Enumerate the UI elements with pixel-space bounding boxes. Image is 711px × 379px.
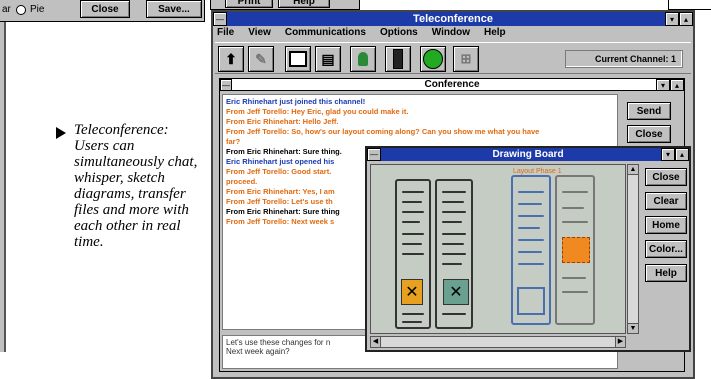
menu-bar: File View Communications Options Window … [217, 27, 687, 40]
sketch-image-orange [562, 237, 590, 263]
background-window-fragment [668, 0, 711, 10]
radio-pie-label: Pie [30, 4, 45, 15]
menu-view[interactable]: View [248, 27, 271, 40]
scroll-left-icon[interactable]: ◀ [371, 337, 381, 347]
drawing-board-title: Drawing Board [492, 149, 564, 160]
caption-body: Users can simultaneously chat, whisper, … [74, 138, 198, 250]
scroll-down-icon[interactable]: ▼ [628, 323, 638, 333]
caption-text: Teleconference: Users can simultaneously… [74, 122, 206, 250]
drawing-board-maximize-icon[interactable]: ▴ [675, 148, 689, 161]
close-button[interactable]: Close [80, 0, 130, 18]
print-button[interactable]: Print [225, 0, 273, 8]
sketch-page: ✕ [435, 179, 473, 329]
conference-title-bar: Conference [220, 79, 684, 91]
conference-minimize-icon[interactable]: ▾ [656, 79, 670, 91]
teleconference-maximize-icon[interactable]: ▴ [679, 12, 693, 26]
previous-window-edge [0, 22, 6, 352]
drawing-board-minimize-icon[interactable]: ▾ [661, 148, 675, 161]
sketch-page: ✕ [395, 179, 431, 329]
scroll-right-icon[interactable]: ▶ [615, 337, 625, 347]
sketch-image-blue [517, 287, 545, 315]
caption-bullet-icon [56, 127, 66, 139]
pen-icon[interactable]: ✎ [248, 46, 274, 72]
sketch-page: Layout Phase 1 [511, 168, 562, 325]
menu-file[interactable]: File [217, 27, 234, 40]
teleconference-title: Teleconference [413, 13, 493, 25]
notes-icon[interactable]: ▤ [315, 46, 341, 72]
toolbar: ⬆ ✎ ▤ ⊞ Current Channel: 1 [215, 42, 691, 74]
drawing-horizontal-scrollbar[interactable]: ◀ ▶ [370, 336, 626, 348]
sketch-image-x: ✕ [401, 279, 423, 305]
connect-light-icon[interactable] [420, 46, 446, 72]
caption-title: Teleconference: [74, 122, 169, 138]
drawing-canvas[interactable]: ✕ ✕ Layout Phase 1 [370, 164, 626, 334]
teleconference-minimize-icon[interactable]: ▾ [665, 12, 679, 26]
radio-pie-button[interactable] [16, 5, 26, 15]
menu-help[interactable]: Help [484, 27, 506, 40]
clear-button[interactable]: Clear [645, 192, 687, 210]
channel-icon[interactable] [385, 46, 411, 72]
radio-partial-label: ar [2, 4, 11, 15]
scroll-up-icon[interactable]: ▲ [628, 165, 638, 175]
save-button[interactable]: Save... [146, 0, 202, 18]
drawing-vertical-scrollbar[interactable]: ▲ ▼ [627, 164, 639, 334]
teleconference-title-bar: Teleconference [213, 12, 693, 26]
current-channel-display: Current Channel: 1 [565, 50, 683, 68]
home-button[interactable]: Home [645, 216, 687, 234]
directory-icon[interactable]: ⊞ [453, 46, 479, 72]
user-icon[interactable] [350, 46, 376, 72]
drawing-board-window: Drawing Board — ▾ ▴ ✕ ✕ Layout Phase 1 ▲… [365, 146, 691, 352]
color-button[interactable]: Color... [645, 240, 687, 258]
drawing-help-button[interactable]: Help [645, 264, 687, 282]
chat-line: Eric Rhinehart just joined this channel! [226, 97, 366, 106]
sketch-heading: Layout Phase 1 [513, 168, 562, 175]
caption: Teleconference: Users can simultaneously… [56, 122, 206, 250]
conference-title: Conference [424, 79, 480, 90]
chat-line: From Eric Rhinehart: Hello Jeff. [226, 117, 339, 126]
conference-close-button[interactable]: Close [627, 125, 671, 143]
menu-options[interactable]: Options [380, 27, 418, 40]
conference-system-menu-icon[interactable]: — [220, 79, 232, 91]
menu-window[interactable]: Window [432, 27, 470, 40]
sketch-image-crossed: ✕ [443, 279, 469, 305]
teleconference-window: Teleconference — ▾ ▴ File View Communica… [211, 10, 695, 379]
drawing-close-button[interactable]: Close [645, 168, 687, 186]
teleconference-system-menu-icon[interactable]: — [213, 12, 227, 26]
chat-line: From Jeff Torello: So, how's our layout … [226, 127, 540, 136]
whiteboard-icon[interactable] [285, 46, 311, 72]
drawing-board-system-menu-icon[interactable]: — [367, 148, 381, 161]
sketch-page [555, 175, 595, 325]
menu-communications[interactable]: Communications [285, 27, 366, 40]
drawing-board-title-bar: Drawing Board [367, 148, 689, 161]
join-icon[interactable]: ⬆ [218, 46, 244, 72]
chat-line: From Jeff Torello: Hey Eric, glad you co… [226, 107, 409, 116]
conference-maximize-icon[interactable]: ▴ [670, 79, 684, 91]
help-button[interactable]: Help [278, 0, 330, 8]
previous-dialog: ar Pie Close Save... [0, 0, 205, 22]
send-button[interactable]: Send [627, 102, 671, 120]
